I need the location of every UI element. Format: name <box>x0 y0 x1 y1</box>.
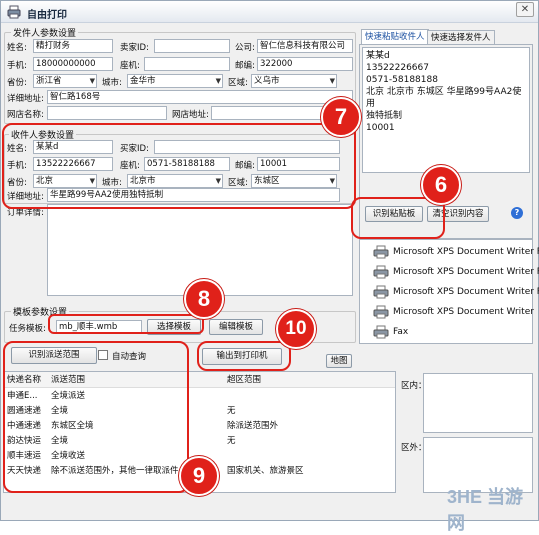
sender-district-label: 区域: <box>228 78 248 88</box>
sender-mobile-field[interactable]: 18000000000 <box>33 57 113 71</box>
help-icon[interactable]: ? <box>511 207 523 219</box>
printer-item[interactable]: Microsoft XPS Document Writer P <box>373 242 539 262</box>
paste-line: 独特抵制 <box>366 111 403 121</box>
paste-line: 10001 <box>366 123 395 133</box>
sender-province-value: 浙江省 <box>36 76 62 86</box>
free-print-window: 自由打印 ✕ 发件人参数设置 姓名: 精打财务 卖家ID: 公司: 智仁信息科技… <box>0 0 539 533</box>
callout-box-receiver <box>2 123 356 209</box>
callout-badge-8: 8 <box>184 279 224 319</box>
out-of-range-cell <box>224 447 395 462</box>
sender-city-value: 金华市 <box>130 76 156 86</box>
callout-box-template <box>48 314 204 334</box>
printer-name: Microsoft XPS Document Writer P <box>393 267 539 277</box>
printer-item[interactable]: Microsoft XPS Document Writer P <box>373 282 539 302</box>
shop-name-field[interactable] <box>47 106 167 120</box>
shop-name-label: 网店名称: <box>7 110 44 120</box>
company-label: 公司: <box>235 43 255 53</box>
out-of-range-cell <box>224 387 395 402</box>
printer-icon <box>373 265 389 278</box>
inside-area-box[interactable] <box>423 373 533 433</box>
dropdown-arrow-icon: ▼ <box>89 77 95 85</box>
seller-id-label: 卖家ID: <box>120 43 149 53</box>
close-button[interactable]: ✕ <box>516 2 534 17</box>
printer-item[interactable]: Fax <box>373 322 408 342</box>
printer-icon <box>373 305 389 318</box>
printer-icon <box>373 285 389 298</box>
window-title: 自由打印 <box>27 10 67 21</box>
printer-icon <box>373 245 389 258</box>
out-of-range-cell: 国家机关、旅游景区 <box>227 465 304 476</box>
sender-district-value: 义乌市 <box>254 76 280 86</box>
printer-name: Microsoft XPS Document Writer P <box>393 247 539 257</box>
dropdown-arrow-icon: ▼ <box>329 77 335 85</box>
tab-quick-paste-receiver[interactable]: 快速粘贴收件人 <box>361 29 429 45</box>
sender-phone-field[interactable] <box>144 57 230 71</box>
callout-badge-7: 7 <box>321 97 361 137</box>
printer-app-icon <box>7 5 21 19</box>
printer-item[interactable]: Microsoft XPS Document Writer <box>373 302 534 322</box>
out-of-range-cell: 无 <box>227 435 236 446</box>
seller-id-field[interactable] <box>154 39 230 53</box>
sender-name-field[interactable]: 精打财务 <box>33 39 113 53</box>
map-button[interactable]: 地图 <box>326 354 352 368</box>
fax-icon <box>373 325 389 338</box>
task-template-label: 任务模板: <box>9 324 46 334</box>
sender-address-label: 详细地址: <box>7 94 44 104</box>
title-bar: 自由打印 ✕ <box>1 1 538 23</box>
sender-name-label: 姓名: <box>7 43 27 53</box>
printer-name: Microsoft XPS Document Writer <box>393 307 534 317</box>
company-field[interactable]: 智仁信息科技有限公司 <box>257 39 353 53</box>
paste-line: 13522226667 <box>366 63 429 73</box>
column-header: 超区范围 <box>227 375 262 386</box>
site-watermark: 3HE 当游网 <box>447 487 524 533</box>
paste-line: 0571-58188188 <box>366 75 438 85</box>
paste-textarea[interactable]: 某某d 13522226667 0571-58188188 北京 北京市 东城区… <box>362 47 530 173</box>
sender-address-field[interactable]: 智仁路168号 <box>47 90 353 104</box>
callout-box-print <box>197 341 291 371</box>
out-of-range-cell: 除派送范围外 <box>227 420 279 431</box>
sender-zip-label: 邮编: <box>235 61 255 71</box>
paste-line: 某某d <box>366 51 390 61</box>
callout-badge-6: 6 <box>421 165 461 205</box>
sender-district-select[interactable]: 义乌市 ▼ <box>251 74 337 88</box>
dropdown-arrow-icon: ▼ <box>215 77 221 85</box>
sender-zip-field[interactable]: 322000 <box>257 57 353 71</box>
sender-province-select[interactable]: 浙江省 ▼ <box>33 74 97 88</box>
printer-name: Microsoft XPS Document Writer P <box>393 287 539 297</box>
sender-city-label: 城市: <box>102 78 122 88</box>
printer-item[interactable]: Microsoft XPS Document Writer P <box>373 262 539 282</box>
paste-line: 北京 北京市 东城区 华星路99号AA2使用 <box>366 87 522 109</box>
sender-phone-label: 座机: <box>120 61 140 71</box>
sender-mobile-label: 手机: <box>7 61 27 71</box>
sender-city-select[interactable]: 金华市 ▼ <box>127 74 223 88</box>
callout-badge-9: 9 <box>179 456 219 496</box>
sender-group-title: 发件人参数设置 <box>11 26 79 39</box>
out-of-range-cell: 无 <box>227 405 236 416</box>
callout-badge-10: 10 <box>276 309 316 349</box>
edit-template-button[interactable]: 编辑模板 <box>209 319 263 335</box>
shop-url-label: 网店地址: <box>172 110 209 120</box>
printer-name: Fax <box>393 327 409 337</box>
sender-province-label: 省份: <box>7 78 27 88</box>
callout-box-clipboard <box>351 197 445 239</box>
callout-box-delivery <box>3 341 189 493</box>
